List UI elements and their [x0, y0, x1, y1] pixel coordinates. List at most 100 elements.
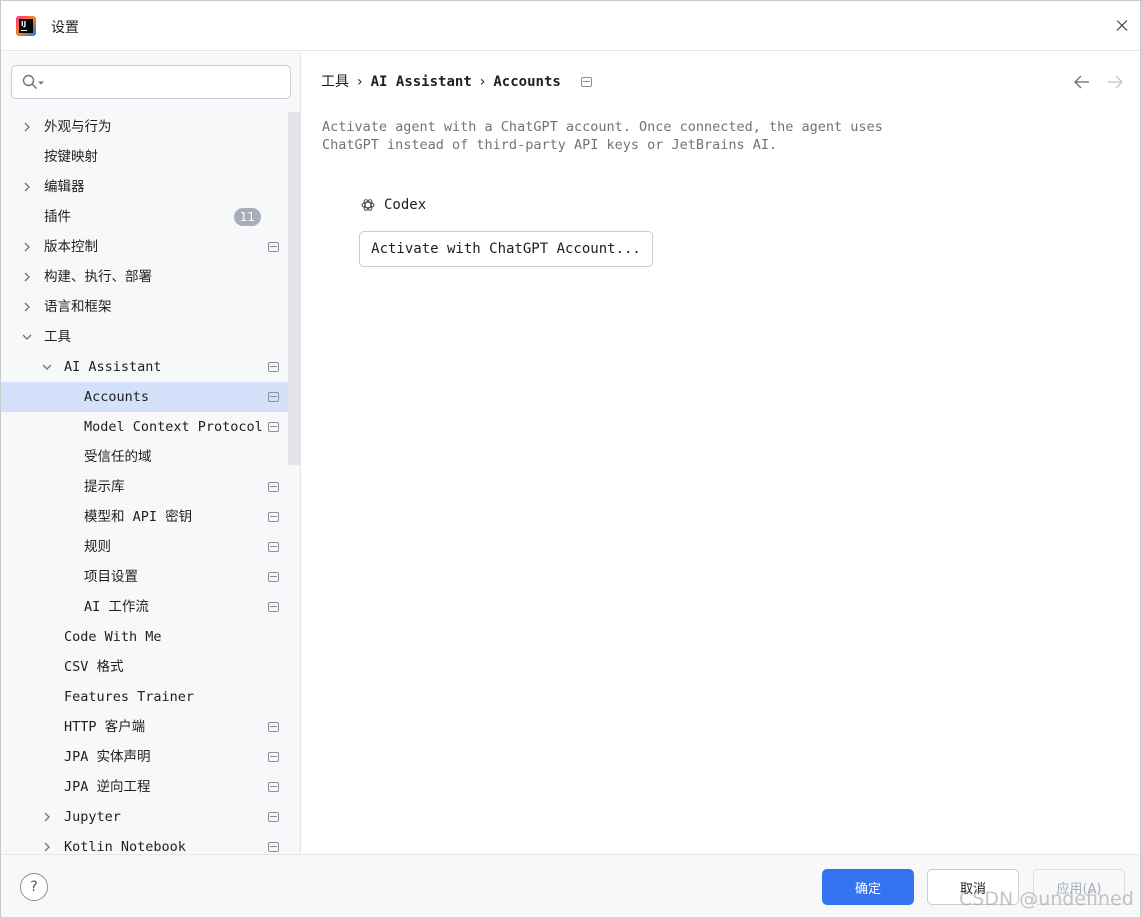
intellij-logo-icon: IJ	[16, 16, 36, 36]
sidebar-item-label: Model Context Protocol	[84, 419, 263, 435]
breadcrumb-separator: ›	[479, 74, 486, 90]
project-level-icon	[268, 782, 279, 792]
sidebar-scrollbar[interactable]	[288, 112, 300, 465]
update-count-badge: 11	[233, 208, 261, 226]
project-level-icon	[268, 812, 279, 822]
chevron-right-icon[interactable]	[22, 182, 32, 192]
sidebar-item-编辑器[interactable]: 编辑器	[1, 172, 300, 202]
sidebar-item-label: AI 工作流	[84, 599, 149, 615]
settings-content: 工具 › AI Assistant › Accounts Activate agent …	[302, 52, 1140, 854]
sidebar-item-label: Kotlin Notebook	[64, 839, 186, 854]
chevron-right-icon[interactable]	[22, 242, 32, 252]
sidebar-item-label: 构建、执行、部署	[44, 269, 152, 285]
sidebar-item-label: 受信任的域	[84, 449, 152, 465]
sidebar-item-kotlin-notebook[interactable]: Kotlin Notebook	[1, 832, 300, 854]
chevron-right-icon[interactable]	[42, 842, 52, 852]
sidebar-item-label: 按键映射	[44, 149, 98, 165]
breadcrumb-parent[interactable]: AI Assistant	[371, 72, 472, 92]
back-arrow-icon[interactable]	[1072, 72, 1092, 92]
window-title: 设置	[51, 20, 79, 36]
sidebar-item-label: Features Trainer	[64, 689, 195, 705]
sidebar-item-工具[interactable]: 工具	[1, 322, 300, 352]
project-level-icon	[268, 242, 279, 252]
sidebar-item-http-客户端[interactable]: HTTP 客户端	[1, 712, 300, 742]
sidebar-item-label: Accounts	[84, 389, 150, 405]
project-level-icon	[268, 602, 279, 612]
sidebar-item-模型和-api-密钥[interactable]: 模型和 API 密钥	[1, 502, 300, 532]
sidebar-item-code-with-me[interactable]: Code With Me	[1, 622, 300, 652]
project-level-icon	[268, 482, 279, 492]
sidebar-item-label: JPA 实体声明	[64, 749, 151, 765]
sidebar-item-插件[interactable]: 插件 11	[1, 202, 300, 232]
sidebar-item-label: 提示库	[84, 479, 125, 495]
sidebar-item-jpa-逆向工程[interactable]: JPA 逆向工程	[1, 772, 300, 802]
cancel-button[interactable]: 取消	[927, 869, 1019, 905]
sidebar-item-features-trainer[interactable]: Features Trainer	[1, 682, 300, 712]
project-level-icon	[580, 77, 592, 87]
sidebar-item-按键映射[interactable]: 按键映射	[1, 142, 300, 172]
sidebar-item-label: Code With Me	[64, 629, 162, 645]
forward-arrow-icon[interactable]	[1105, 72, 1125, 92]
project-level-icon	[268, 422, 279, 432]
sidebar-item-label: 外观与行为	[44, 119, 112, 135]
sidebar-item-label: 编辑器	[44, 179, 85, 195]
breadcrumb-root[interactable]: 工具	[321, 72, 349, 92]
breadcrumb-current: Accounts	[493, 74, 561, 90]
chevron-down-icon[interactable]	[42, 362, 52, 372]
settings-sidebar: 外观与行为按键映射编辑器插件 11 版本控制构建、执行、部署 语言和框架工具 AI As…	[1, 52, 301, 854]
chevron-right-icon[interactable]	[42, 812, 52, 822]
codex-label: Codex	[384, 197, 427, 213]
openai-icon	[361, 199, 375, 211]
search-input[interactable]	[52, 72, 282, 92]
activate-chatgpt-button[interactable]: Activate with ChatGPT Account...	[359, 231, 653, 267]
sidebar-item-label: 工具	[44, 329, 71, 345]
search-history-chevron-icon[interactable]	[38, 80, 44, 86]
breadcrumb: 工具 › AI Assistant › Accounts	[321, 72, 592, 92]
sidebar-item-label: Jupyter	[64, 809, 121, 825]
project-level-icon	[268, 722, 279, 732]
accounts-description: Activate agent with a ChatGPT account. O…	[322, 119, 883, 153]
project-level-icon	[268, 842, 279, 852]
sidebar-item-规则[interactable]: 规则	[1, 532, 300, 562]
project-level-icon	[268, 392, 279, 402]
sidebar-item-jupyter[interactable]: Jupyter	[1, 802, 300, 832]
sidebar-item-label: 规则	[84, 539, 111, 555]
project-level-icon	[268, 572, 279, 582]
project-level-icon	[268, 362, 279, 372]
chevron-right-icon[interactable]	[22, 302, 32, 312]
sidebar-item-label: 语言和框架	[44, 299, 112, 315]
sidebar-item-构建-执行-部署[interactable]: 构建、执行、部署	[1, 262, 300, 292]
sidebar-item-label: AI Assistant	[64, 359, 162, 375]
ok-button[interactable]: 确定	[822, 869, 914, 905]
sidebar-item-受信任的域[interactable]: 受信任的域	[1, 442, 300, 472]
sidebar-item-label: CSV 格式	[64, 659, 124, 675]
project-level-icon	[268, 512, 279, 522]
sidebar-item-项目设置[interactable]: 项目设置	[1, 562, 300, 592]
sidebar-item-label: HTTP 客户端	[64, 719, 146, 735]
close-icon[interactable]	[1110, 14, 1134, 38]
search-box[interactable]	[11, 65, 291, 99]
chevron-right-icon[interactable]	[22, 272, 32, 282]
sidebar-item-版本控制[interactable]: 版本控制	[1, 232, 300, 262]
help-icon[interactable]: ?	[20, 873, 48, 901]
title-bar: IJ 设置	[1, 1, 1140, 51]
sidebar-item-accounts[interactable]: Accounts	[1, 382, 300, 412]
sidebar-item-jpa-实体声明[interactable]: JPA 实体声明	[1, 742, 300, 772]
sidebar-item-ai-工作流[interactable]: AI 工作流	[1, 592, 300, 622]
search-icon	[22, 74, 37, 89]
sidebar-item-csv-格式[interactable]: CSV 格式	[1, 652, 300, 682]
sidebar-item-model-context-protocol[interactable]: Model Context Protocol	[1, 412, 300, 442]
sidebar-item-ai-assistant[interactable]: AI Assistant	[1, 352, 300, 382]
chevron-right-icon[interactable]	[22, 122, 32, 132]
settings-tree: 外观与行为按键映射编辑器插件 11 版本控制构建、执行、部署 语言和框架工具 AI As…	[1, 112, 300, 854]
chevron-down-icon[interactable]	[22, 332, 32, 342]
sidebar-item-外观与行为[interactable]: 外观与行为	[1, 112, 300, 142]
project-level-icon	[268, 752, 279, 762]
sidebar-item-语言和框架[interactable]: 语言和框架	[1, 292, 300, 322]
dialog-footer: ? 确定 取消 应用(A) CSDN @undefined	[1, 854, 1140, 917]
sidebar-item-label: 版本控制	[44, 239, 98, 255]
apply-button[interactable]: 应用(A)	[1033, 869, 1125, 905]
sidebar-item-label: JPA 逆向工程	[64, 779, 151, 795]
sidebar-item-提示库[interactable]: 提示库	[1, 472, 300, 502]
sidebar-item-label: 项目设置	[84, 569, 138, 585]
